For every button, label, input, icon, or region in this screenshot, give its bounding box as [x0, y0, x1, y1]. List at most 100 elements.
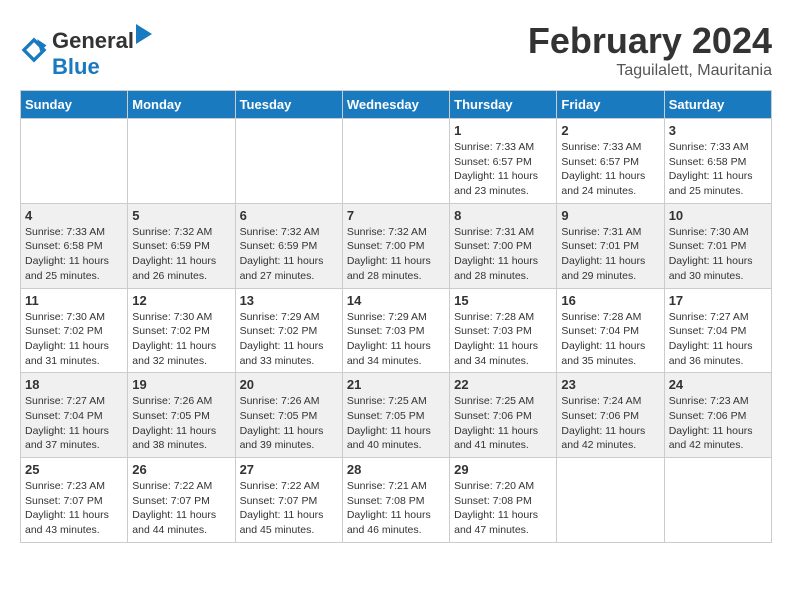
- day-info: Sunrise: 7:26 AMSunset: 7:05 PMDaylight:…: [132, 394, 230, 453]
- day-number: 6: [240, 208, 338, 223]
- day-info: Sunrise: 7:25 AMSunset: 7:06 PMDaylight:…: [454, 394, 552, 453]
- day-number: 22: [454, 377, 552, 392]
- day-info: Sunrise: 7:29 AMSunset: 7:02 PMDaylight:…: [240, 310, 338, 369]
- day-info: Sunrise: 7:27 AMSunset: 7:04 PMDaylight:…: [669, 310, 767, 369]
- calendar-cell: 29 Sunrise: 7:20 AMSunset: 7:08 PMDayligh…: [450, 458, 557, 543]
- calendar-cell: 20 Sunrise: 7:26 AMSunset: 7:05 PMDayligh…: [235, 373, 342, 458]
- day-info: Sunrise: 7:30 AMSunset: 7:02 PMDaylight:…: [25, 310, 123, 369]
- calendar-cell: 24 Sunrise: 7:23 AMSunset: 7:06 PMDayligh…: [664, 373, 771, 458]
- title-block: February 2024 Taguilalett, Mauritania: [528, 20, 772, 80]
- day-info: Sunrise: 7:26 AMSunset: 7:05 PMDaylight:…: [240, 394, 338, 453]
- day-number: 25: [25, 462, 123, 477]
- calendar-cell: 7Sunrise: 7:32 AMSunset: 7:00 PMDaylight…: [342, 203, 449, 288]
- calendar-cell: 19 Sunrise: 7:26 AMSunset: 7:05 PMDayligh…: [128, 373, 235, 458]
- day-number: 26: [132, 462, 230, 477]
- day-number: 9: [561, 208, 659, 223]
- day-number: 2: [561, 123, 659, 138]
- day-info: Sunrise: 7:32 AMSunset: 6:59 PMDaylight:…: [132, 225, 230, 284]
- day-info: Sunrise: 7:28 AMSunset: 7:04 PMDaylight:…: [561, 310, 659, 369]
- day-info: Sunrise: 7:20 AMSunset: 7:08 PMDaylight:…: [454, 479, 552, 538]
- day-info: Sunrise: 7:22 AMSunset: 7:07 PMDaylight:…: [240, 479, 338, 538]
- day-info: Sunrise: 7:33 AMSunset: 6:58 PMDaylight:…: [25, 225, 123, 284]
- calendar-cell: 9 Sunrise: 7:31 AMSunset: 7:01 PMDaylight…: [557, 203, 664, 288]
- page-header: General Blue February 2024 Taguilalett, …: [20, 20, 772, 80]
- logo: General Blue: [20, 20, 154, 80]
- calendar-cell: 22 Sunrise: 7:25 AMSunset: 7:06 PMDayligh…: [450, 373, 557, 458]
- calendar-week-row: 4Sunrise: 7:33 AMSunset: 6:58 PMDaylight…: [21, 203, 772, 288]
- calendar-cell: 11 Sunrise: 7:30 AMSunset: 7:02 PMDayligh…: [21, 288, 128, 373]
- day-number: 28: [347, 462, 445, 477]
- day-info: Sunrise: 7:30 AMSunset: 7:02 PMDaylight:…: [132, 310, 230, 369]
- weekday-header-row: SundayMondayTuesdayWednesdayThursdayFrid…: [21, 91, 772, 119]
- day-number: 27: [240, 462, 338, 477]
- weekday-header-thursday: Thursday: [450, 91, 557, 119]
- calendar-cell: 10 Sunrise: 7:30 AMSunset: 7:01 PMDayligh…: [664, 203, 771, 288]
- logo-arrow-icon: [134, 20, 154, 48]
- weekday-header-monday: Monday: [128, 91, 235, 119]
- day-info: Sunrise: 7:21 AMSunset: 7:08 PMDaylight:…: [347, 479, 445, 538]
- logo-general: General: [52, 28, 134, 54]
- calendar-cell: 6 Sunrise: 7:32 AMSunset: 6:59 PMDaylight…: [235, 203, 342, 288]
- calendar-cell: [235, 119, 342, 204]
- calendar-cell: 12 Sunrise: 7:30 AMSunset: 7:02 PMDayligh…: [128, 288, 235, 373]
- calendar-table: SundayMondayTuesdayWednesdayThursdayFrid…: [20, 90, 772, 543]
- day-info: Sunrise: 7:22 AMSunset: 7:07 PMDaylight:…: [132, 479, 230, 538]
- day-info: Sunrise: 7:25 AMSunset: 7:05 PMDaylight:…: [347, 394, 445, 453]
- day-info: Sunrise: 7:33 AMSunset: 6:57 PMDaylight:…: [561, 140, 659, 199]
- day-number: 7: [347, 208, 445, 223]
- day-number: 12: [132, 293, 230, 308]
- month-year-title: February 2024: [528, 20, 772, 62]
- calendar-cell: [664, 458, 771, 543]
- day-info: Sunrise: 7:31 AMSunset: 7:00 PMDaylight:…: [454, 225, 552, 284]
- day-number: 18: [25, 377, 123, 392]
- day-number: 13: [240, 293, 338, 308]
- logo-blue: Blue: [52, 54, 100, 79]
- location-title: Taguilalett, Mauritania: [528, 62, 772, 80]
- calendar-cell: 16 Sunrise: 7:28 AMSunset: 7:04 PMDayligh…: [557, 288, 664, 373]
- day-info: Sunrise: 7:32 AMSunset: 6:59 PMDaylight:…: [240, 225, 338, 284]
- day-number: 16: [561, 293, 659, 308]
- day-number: 1: [454, 123, 552, 138]
- weekday-header-wednesday: Wednesday: [342, 91, 449, 119]
- day-info: Sunrise: 7:28 AMSunset: 7:03 PMDaylight:…: [454, 310, 552, 369]
- calendar-cell: [342, 119, 449, 204]
- day-number: 10: [669, 208, 767, 223]
- day-number: 19: [132, 377, 230, 392]
- day-number: 24: [669, 377, 767, 392]
- day-info: Sunrise: 7:23 AMSunset: 7:06 PMDaylight:…: [669, 394, 767, 453]
- calendar-cell: 27 Sunrise: 7:22 AMSunset: 7:07 PMDayligh…: [235, 458, 342, 543]
- calendar-cell: 4Sunrise: 7:33 AMSunset: 6:58 PMDaylight…: [21, 203, 128, 288]
- day-number: 15: [454, 293, 552, 308]
- calendar-cell: 23 Sunrise: 7:24 AMSunset: 7:06 PMDayligh…: [557, 373, 664, 458]
- day-info: Sunrise: 7:30 AMSunset: 7:01 PMDaylight:…: [669, 225, 767, 284]
- calendar-week-row: 11 Sunrise: 7:30 AMSunset: 7:02 PMDayligh…: [21, 288, 772, 373]
- calendar-cell: [128, 119, 235, 204]
- calendar-cell: 26 Sunrise: 7:22 AMSunset: 7:07 PMDayligh…: [128, 458, 235, 543]
- calendar-cell: 1Sunrise: 7:33 AMSunset: 6:57 PMDaylight…: [450, 119, 557, 204]
- day-info: Sunrise: 7:27 AMSunset: 7:04 PMDaylight:…: [25, 394, 123, 453]
- day-number: 8: [454, 208, 552, 223]
- calendar-cell: 25 Sunrise: 7:23 AMSunset: 7:07 PMDayligh…: [21, 458, 128, 543]
- logo-icon: [20, 36, 48, 64]
- calendar-cell: 18 Sunrise: 7:27 AMSunset: 7:04 PMDayligh…: [21, 373, 128, 458]
- day-number: 11: [25, 293, 123, 308]
- day-info: Sunrise: 7:24 AMSunset: 7:06 PMDaylight:…: [561, 394, 659, 453]
- weekday-header-tuesday: Tuesday: [235, 91, 342, 119]
- weekday-header-sunday: Sunday: [21, 91, 128, 119]
- weekday-header-saturday: Saturday: [664, 91, 771, 119]
- calendar-week-row: 25 Sunrise: 7:23 AMSunset: 7:07 PMDayligh…: [21, 458, 772, 543]
- day-number: 3: [669, 123, 767, 138]
- calendar-cell: 21Sunrise: 7:25 AMSunset: 7:05 PMDayligh…: [342, 373, 449, 458]
- day-number: 5: [132, 208, 230, 223]
- weekday-header-friday: Friday: [557, 91, 664, 119]
- day-number: 20: [240, 377, 338, 392]
- day-number: 23: [561, 377, 659, 392]
- calendar-cell: 15 Sunrise: 7:28 AMSunset: 7:03 PMDayligh…: [450, 288, 557, 373]
- calendar-week-row: 18 Sunrise: 7:27 AMSunset: 7:04 PMDayligh…: [21, 373, 772, 458]
- day-number: 14: [347, 293, 445, 308]
- day-info: Sunrise: 7:29 AMSunset: 7:03 PMDaylight:…: [347, 310, 445, 369]
- day-info: Sunrise: 7:31 AMSunset: 7:01 PMDaylight:…: [561, 225, 659, 284]
- day-number: 29: [454, 462, 552, 477]
- day-info: Sunrise: 7:23 AMSunset: 7:07 PMDaylight:…: [25, 479, 123, 538]
- day-number: 17: [669, 293, 767, 308]
